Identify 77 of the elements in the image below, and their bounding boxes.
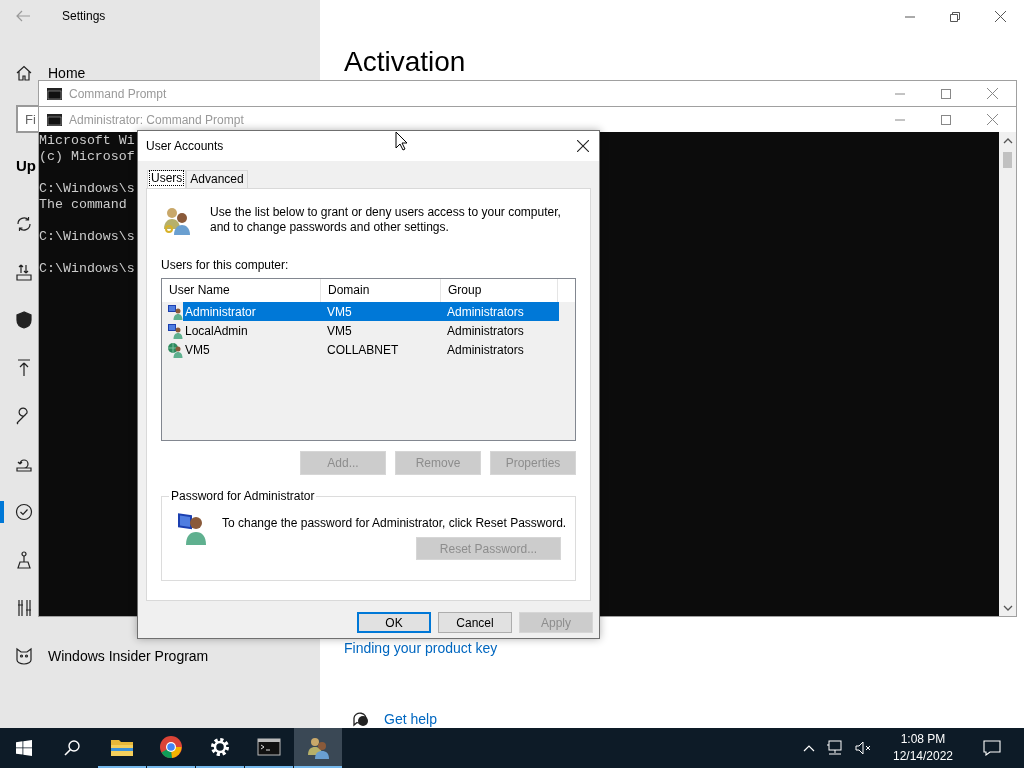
sliders-icon (15, 599, 33, 617)
nav-label: Windows Insider Program (48, 648, 209, 664)
table-cell-text: Administrators (446, 323, 525, 338)
maximize-icon[interactable] (941, 114, 951, 125)
window-title: Command Prompt (69, 86, 167, 101)
tray-upload-icon (15, 263, 33, 281)
table-cell-text: Administrators (446, 342, 525, 357)
console-line: Microsoft Wi (39, 133, 135, 149)
search-field[interactable]: Fi (16, 105, 38, 133)
globe-user-icon (167, 341, 183, 358)
clock[interactable]: 1:08 PM 12/14/2022 (888, 731, 958, 765)
maximize-icon[interactable] (941, 88, 951, 99)
users-icon (306, 735, 330, 759)
sync-icon (15, 215, 33, 233)
shield-icon (15, 311, 33, 329)
users-list[interactable]: User Name Domain Group Administrator VM5 Administrators LocalAdmin VM5 Administrators VM5 COLLABNET Administrators (161, 278, 576, 441)
close-icon[interactable] (577, 140, 589, 152)
users-icon (161, 205, 193, 237)
table-cell-text: COLLABNET (326, 342, 400, 357)
chevron-up-icon[interactable] (803, 744, 815, 752)
section-heading: Up (16, 156, 36, 176)
list-label: Users for this computer: (161, 258, 290, 272)
network-icon[interactable] (826, 740, 844, 756)
terminal-icon (257, 735, 281, 759)
user-row[interactable]: VM5 COLLABNET Administrators (162, 340, 575, 359)
computer-user-icon (167, 303, 183, 320)
speaker-muted-icon[interactable] (855, 741, 873, 755)
table-cell-text: Administrators (446, 304, 525, 319)
help-chat-icon (352, 710, 370, 728)
computer-user-icon (176, 511, 208, 545)
home-link[interactable]: Home (48, 65, 86, 81)
dialog-title: User Accounts (146, 139, 224, 153)
check-circle-icon (15, 503, 33, 521)
dialog-button[interactable]: OK (357, 612, 431, 633)
group-title: Password for Administrator (170, 489, 316, 503)
intro-text: Use the list below to grant or deny users access to your computer, and to change passwords and other settings. (210, 205, 562, 236)
console-line: C:\Windows\s (39, 261, 135, 277)
nav-item[interactable]: Windows Insider Program (0, 632, 211, 680)
terminal-icon (47, 87, 62, 100)
scroll-up-icon[interactable] (1002, 138, 1013, 144)
search-icon[interactable] (64, 740, 80, 756)
start-icon[interactable] (16, 740, 32, 756)
help-link[interactable]: Get help (384, 711, 437, 727)
page-title: Activation (344, 46, 467, 78)
clock-date: 12/14/2022 (892, 748, 954, 765)
browser-icon (159, 735, 183, 759)
product-key-link[interactable]: Finding your product key (344, 639, 498, 657)
console-line: The command (39, 197, 127, 213)
gear-icon (208, 735, 232, 759)
table-cell-text: VM5 (326, 304, 353, 319)
tab[interactable]: Advanced (186, 170, 248, 188)
scroll-down-icon[interactable] (1002, 605, 1013, 611)
computer-user-icon (167, 322, 183, 339)
notification-icon[interactable] (983, 740, 1001, 756)
close-icon[interactable] (995, 11, 1006, 22)
home-icon (16, 65, 32, 81)
user-row[interactable]: LocalAdmin VM5 Administrators (162, 321, 575, 340)
console-line: (c) Microsof (39, 149, 135, 165)
terminal-icon (47, 113, 62, 126)
selection-bar (0, 501, 4, 523)
table-cell-text: VM5 (184, 342, 211, 357)
clock-time: 1:08 PM (900, 731, 946, 748)
table-cell-text: LocalAdmin (184, 323, 249, 338)
window-title: Settings (62, 9, 106, 23)
password-hint: To change the password for Administrator, click Reset Password. (222, 516, 567, 530)
console-line: C:\Windows\s (39, 229, 135, 245)
tab[interactable]: Users (147, 170, 187, 188)
cat-icon (15, 647, 33, 665)
table-cell-text: VM5 (326, 323, 353, 338)
restore-icon[interactable] (950, 11, 960, 22)
dialog-button[interactable]: Cancel (438, 612, 512, 633)
scroll-thumb[interactable] (1003, 152, 1012, 168)
arrow-up-icon (15, 359, 33, 377)
scrollbar[interactable] (999, 132, 1016, 616)
console-line: C:\Windows\s (39, 181, 135, 197)
window-title: Administrator: Command Prompt (69, 112, 244, 127)
table-cell-text: Administrator (184, 304, 257, 319)
